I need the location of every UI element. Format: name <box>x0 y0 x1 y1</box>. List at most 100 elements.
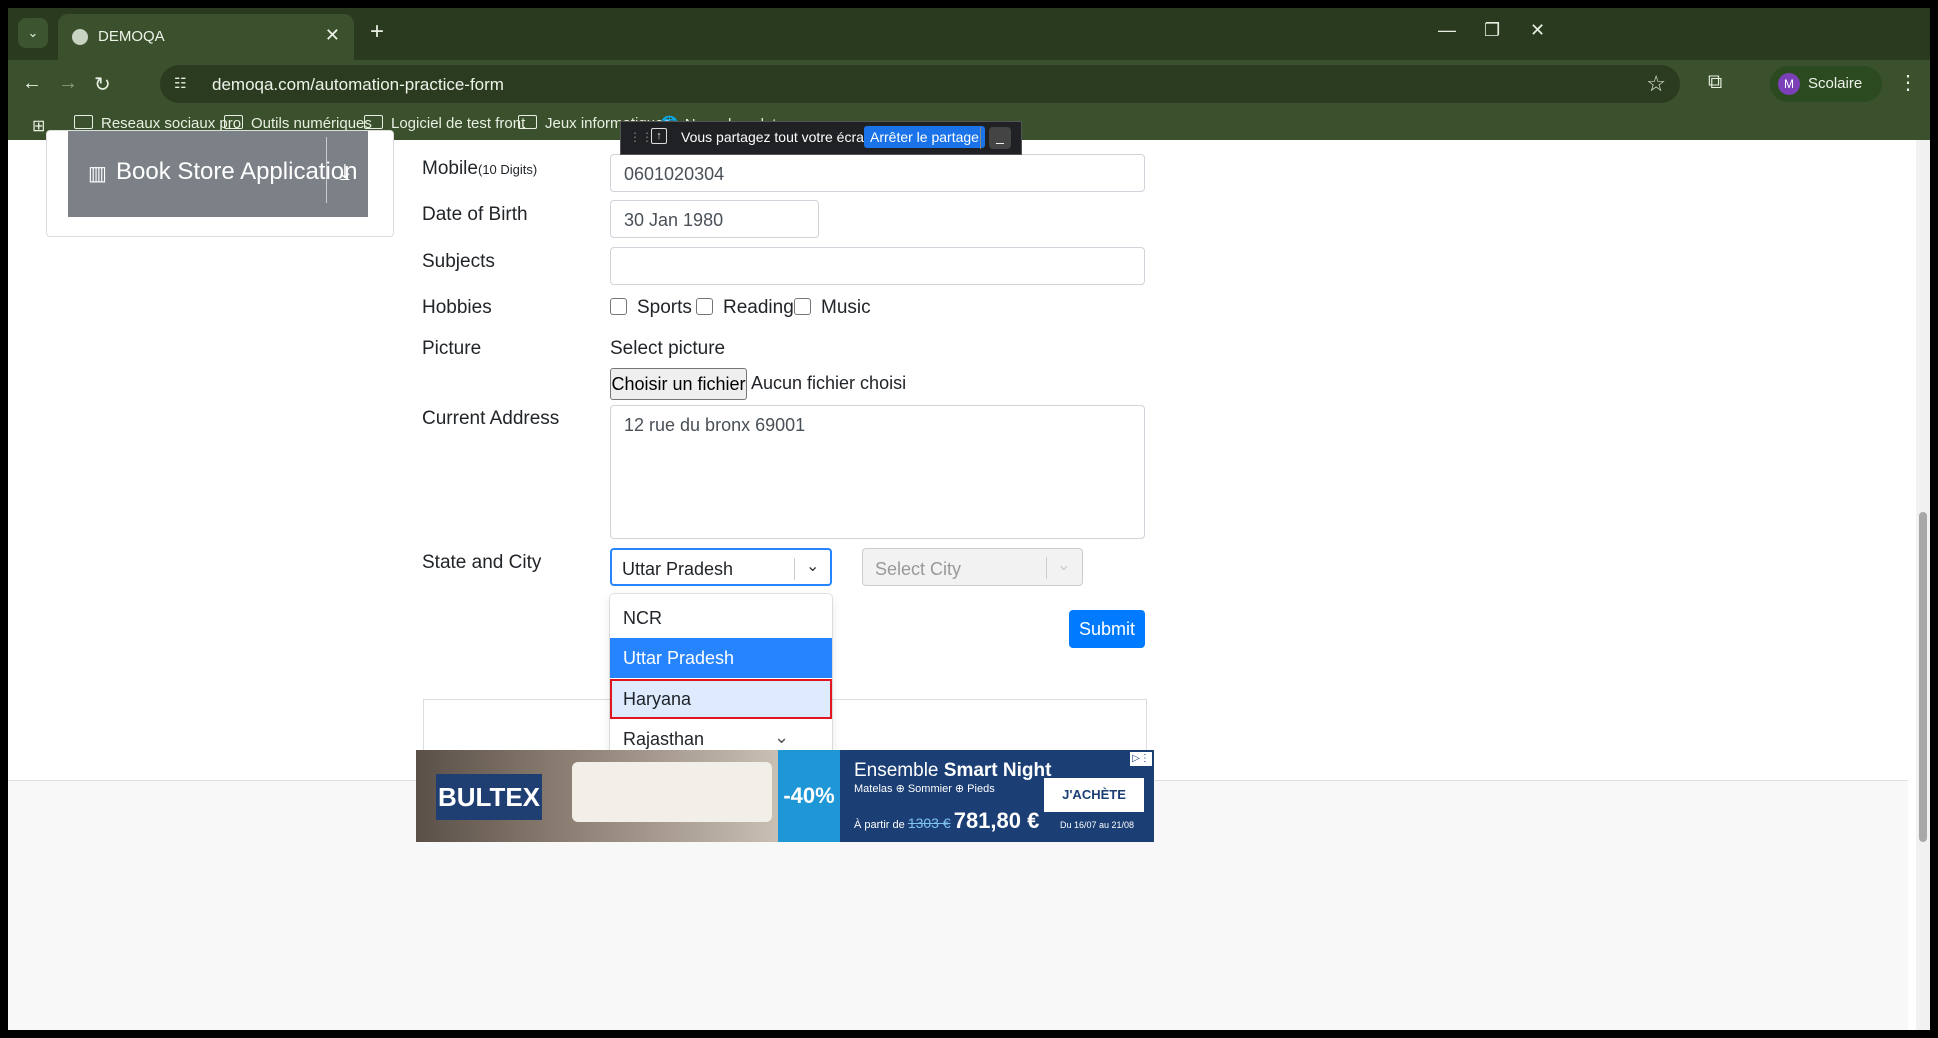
mattress-image <box>572 762 772 822</box>
mobile-label-text: Mobile <box>422 158 478 179</box>
tab-bar: ⌄ DEMOQA ✕ + — ❐ ✕ <box>8 8 1930 60</box>
state-select[interactable]: Uttar Pradesh ⌄ <box>610 548 832 586</box>
profile-name: Scolaire <box>1808 75 1863 92</box>
ad-dates: Du 16/07 au 21/08 <box>1060 820 1135 830</box>
ad-new-price: 781,80 € <box>953 808 1040 833</box>
mobile-input[interactable]: 0601020304 <box>610 154 1145 192</box>
browser-menu-icon[interactable]: ⋮ <box>1898 70 1918 95</box>
checkbox-box[interactable] <box>794 298 811 315</box>
subjects-input[interactable] <box>610 247 1145 285</box>
dob-label: Date of Birth <box>422 204 528 225</box>
state-option-rajasthan[interactable]: Rajasthan ⌄ <box>610 719 832 754</box>
state-option-uttar-pradesh[interactable]: Uttar Pradesh <box>610 638 832 678</box>
folder-icon <box>224 115 243 129</box>
tab-demoqa[interactable]: DEMOQA ✕ <box>58 14 354 60</box>
ad-discount: -40% <box>778 750 840 842</box>
select-picture-text: Select picture <box>610 338 726 359</box>
current-address-label: Current Address <box>422 408 560 429</box>
divider <box>980 127 981 149</box>
minimize-share-bar-button[interactable]: _ <box>989 127 1011 149</box>
mobile-label: Mobile(10 Digits) <box>422 158 537 180</box>
book-store-label: Book Store Application <box>116 158 358 185</box>
site-info-icon[interactable]: ☷ <box>174 75 192 93</box>
hobby-label: Music <box>821 297 871 318</box>
browser-toolbar: ← → ↻ ☷ demoqa.com/automation-practice-f… <box>8 60 1930 108</box>
reload-button[interactable]: ↻ <box>94 72 111 97</box>
city-select[interactable]: Select City ⌄ <box>862 548 1083 586</box>
ad-text-panel: Ensemble Smart Night Matelas ⊕ Sommier ⊕… <box>840 750 1154 842</box>
restore-window-button[interactable]: ❐ <box>1484 20 1500 41</box>
address-bar[interactable]: ☷ demoqa.com/automation-practice-form ☆ <box>160 65 1680 103</box>
hobby-reading-checkbox[interactable]: Reading <box>696 297 794 319</box>
ad-products: Matelas ⊕ Sommier ⊕ Pieds <box>854 783 995 795</box>
select-separator <box>794 558 795 580</box>
screen-share-bar: ⋮⋮ ↑ Vous partagez tout votre écran. Arr… <box>620 121 1022 155</box>
city-placeholder: Select City <box>875 559 962 579</box>
ad-headline-prefix: Ensemble <box>854 760 944 781</box>
checkbox-box[interactable] <box>610 298 627 315</box>
minimize-window-button[interactable]: — <box>1438 20 1456 41</box>
submit-button[interactable]: Submit <box>1069 610 1145 648</box>
hobby-sports-checkbox[interactable]: Sports <box>610 297 692 319</box>
ad-cta-button[interactable]: J'ACHÈTE <box>1044 778 1144 812</box>
hobby-label: Sports <box>637 297 692 318</box>
new-tab-button[interactable]: + <box>370 18 384 46</box>
apps-grid-icon[interactable]: ⊞ <box>32 116 45 136</box>
chevron-down-icon[interactable]: ⌄ <box>1057 555 1070 575</box>
state-option-haryana[interactable]: Haryana <box>610 679 832 719</box>
select-separator <box>1046 557 1047 579</box>
forward-button[interactable]: → <box>58 72 78 95</box>
state-value: Uttar Pradesh <box>622 559 734 579</box>
back-button[interactable]: ← <box>22 72 42 95</box>
option-label: Rajasthan <box>623 729 705 749</box>
books-icon: ▥ <box>88 163 107 185</box>
choose-file-button[interactable]: Choisir un fichier <box>610 368 747 400</box>
state-city-label: State and City <box>422 552 542 573</box>
checkbox-box[interactable] <box>696 298 713 315</box>
hobby-label: Reading <box>723 297 794 318</box>
ad-headline: Ensemble Smart Night <box>854 760 1051 782</box>
globe-icon <box>72 29 88 45</box>
picture-label: Picture <box>422 338 482 359</box>
current-address-textarea[interactable]: 12 rue du bronx 69001 <box>610 405 1145 539</box>
page-scrollbar[interactable] <box>1916 140 1930 1030</box>
hobbies-label: Hobbies <box>422 297 492 318</box>
bookmark-star-icon[interactable]: ☆ <box>1646 71 1666 97</box>
book-store-application-group[interactable]: ▥ Book Store Application ⤓ <box>68 131 368 217</box>
avatar: M <box>1778 73 1800 95</box>
share-icon: ↑ <box>651 128 667 144</box>
folder-icon <box>518 115 537 129</box>
mobile-hint: (10 Digits) <box>477 162 538 177</box>
tab-search-button[interactable]: ⌄ <box>18 18 48 48</box>
browser-window: ⌄ DEMOQA ✕ + — ❐ ✕ ← → ↻ ☷ demoqa.com/au… <box>8 8 1930 1030</box>
hobby-music-checkbox[interactable]: Music <box>794 297 871 319</box>
divider <box>326 137 327 203</box>
download-icon[interactable]: ⤓ <box>340 159 350 185</box>
scrollbar-thumb[interactable] <box>1919 512 1927 842</box>
stop-sharing-button[interactable]: Arrêter le partage <box>864 126 985 148</box>
ad-banner[interactable]: BULTEX -40% Ensemble Smart Night Matelas… <box>416 750 1154 842</box>
chevron-down-icon[interactable]: ⌄ <box>806 556 819 576</box>
folder-icon <box>364 115 383 129</box>
share-message: Vous partagez tout votre écran. <box>681 129 876 145</box>
state-option-ncr[interactable]: NCR <box>610 598 832 638</box>
extensions-icon[interactable]: ⧉ <box>1708 71 1722 94</box>
date-of-birth-input[interactable]: 30 Jan 1980 <box>610 200 819 238</box>
close-tab-icon[interactable]: ✕ <box>325 25 340 46</box>
adchoices-icon[interactable]: ▷⋮ <box>1130 752 1152 766</box>
page-content: ▥ Book Store Application ⤓ Mobile(10 Dig… <box>8 130 1908 1030</box>
ad-price-line: À partir de 1303 € 781,80 € <box>854 808 1039 834</box>
file-status: Aucun fichier choisi <box>751 373 907 393</box>
profile-button[interactable]: M Scolaire <box>1770 66 1882 102</box>
ad-from-label: À partir de <box>854 819 905 831</box>
tab-title: DEMOQA <box>98 28 165 45</box>
ad-brand-logo: BULTEX <box>436 774 542 820</box>
ad-old-price: 1303 € <box>907 815 951 831</box>
subjects-label: Subjects <box>422 251 495 272</box>
drag-handle-icon[interactable]: ⋮⋮ <box>629 130 653 144</box>
url-text: demoqa.com/automation-practice-form <box>212 75 504 94</box>
chevron-down-icon: ⌄ <box>774 727 790 747</box>
folder-icon <box>74 115 93 129</box>
close-window-button[interactable]: ✕ <box>1530 20 1545 41</box>
ad-headline-bold: Smart Night <box>943 760 1052 781</box>
